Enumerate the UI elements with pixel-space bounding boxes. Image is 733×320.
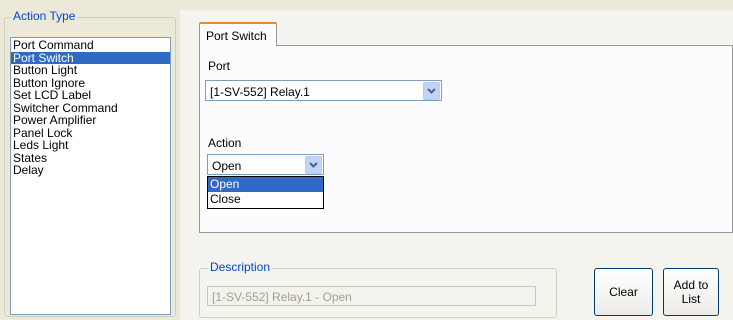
port-dropdown-button[interactable] — [423, 82, 440, 100]
port-value: [1-SV-552] Relay.1 — [210, 85, 310, 99]
list-item-set-lcd-label[interactable]: Set LCD Label — [11, 89, 170, 102]
clear-button-label: Clear — [609, 285, 638, 299]
list-item-port-command[interactable]: Port Command — [11, 39, 170, 52]
dropdown-option-close[interactable]: Close — [208, 192, 323, 207]
add-to-list-button[interactable]: Add to List — [663, 268, 719, 316]
description-legend: Description — [208, 260, 273, 274]
action-label: Action — [208, 136, 242, 150]
dropdown-option-open[interactable]: Open — [208, 177, 323, 192]
action-dropdown-list: Open Close — [207, 176, 324, 209]
clear-button[interactable]: Clear — [594, 268, 653, 316]
list-item-leds-light[interactable]: Leds Light — [11, 139, 170, 152]
description-field: [1-SV-552] Relay.1 - Open — [207, 286, 536, 306]
list-item-power-amplifier[interactable]: Power Amplifier — [11, 114, 170, 127]
port-label: Port — [208, 59, 231, 73]
chevron-down-icon — [309, 162, 318, 168]
action-type-group: Action Type Port Command Port Switch But… — [4, 9, 176, 317]
add-to-list-line2: List — [681, 292, 701, 306]
description-value: [1-SV-552] Relay.1 - Open — [212, 290, 352, 304]
tab-label: Port Switch — [206, 29, 267, 43]
action-value: Open — [212, 159, 242, 173]
action-select[interactable]: Open — [207, 154, 324, 175]
port-select[interactable]: [1-SV-552] Relay.1 — [205, 80, 442, 101]
add-to-list-line1: Add to — [673, 278, 709, 292]
list-item-delay[interactable]: Delay — [11, 164, 170, 177]
tab-port-switch[interactable]: Port Switch — [199, 22, 277, 46]
chevron-down-icon — [427, 88, 436, 94]
list-item-button-light[interactable]: Button Light — [11, 64, 170, 77]
action-type-listbox[interactable]: Port Command Port Switch Button Light Bu… — [10, 37, 171, 315]
action-dropdown-button[interactable] — [305, 156, 322, 174]
action-type-legend: Action Type — [11, 9, 78, 23]
